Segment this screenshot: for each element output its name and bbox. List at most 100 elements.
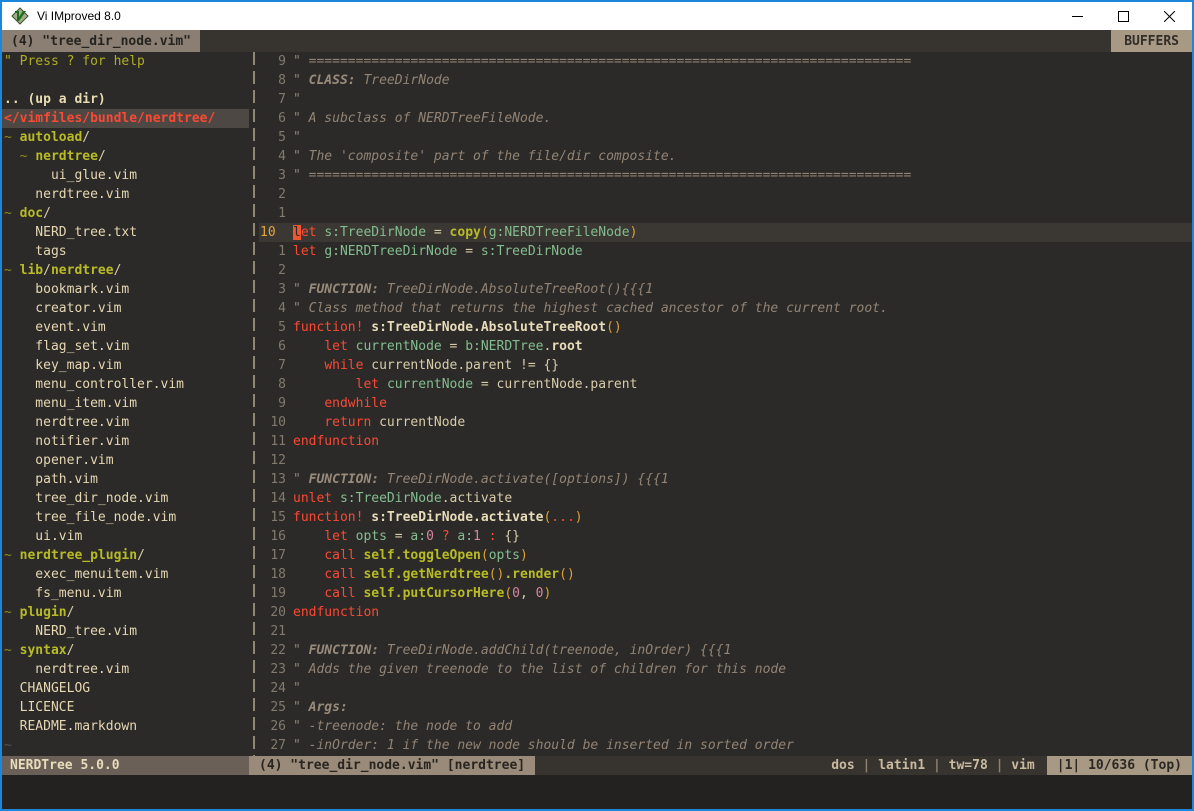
maximize-button[interactable] [1100, 2, 1146, 30]
tab-tree-dir-node[interactable]: (4) "tree_dir_node.vim" [2, 30, 200, 52]
code-line[interactable]: 18 call self.getNerdtree().render() [259, 565, 1192, 584]
line-number: 10 [259, 223, 286, 242]
tree-item[interactable]: ~ plugin/ [2, 603, 249, 622]
window-title: Vi IMproved 8.0 [37, 7, 121, 26]
line-number: 12 [259, 451, 286, 470]
code-line[interactable]: 17 call self.toggleOpen(opts) [259, 546, 1192, 565]
tree-item[interactable]: menu_item.vim [2, 394, 249, 413]
code-line[interactable]: 13" FUNCTION: TreeDirNode.activate([opti… [259, 470, 1192, 489]
code-line[interactable]: 8 let currentNode = currentNode.parent [259, 375, 1192, 394]
line-number: 1 [259, 242, 286, 261]
code-line[interactable]: 4" Class method that returns the highest… [259, 299, 1192, 318]
tree-item[interactable]: exec_menuitem.vim [2, 565, 249, 584]
tree-item[interactable]: key_map.vim [2, 356, 249, 375]
tree-item[interactable]: tags [2, 242, 249, 261]
minimize-button[interactable] [1054, 2, 1100, 30]
code-line[interactable]: 20endfunction [259, 603, 1192, 622]
tree-item[interactable]: README.markdown [2, 717, 249, 736]
code-line[interactable]: 9 endwhile [259, 394, 1192, 413]
code-line[interactable]: 7 while currentNode.parent != {} [259, 356, 1192, 375]
tree-item[interactable]: notifier.vim [2, 432, 249, 451]
tree-item[interactable]: ~ doc/ [2, 204, 249, 223]
tree-item[interactable]: nerdtree.vim [2, 413, 249, 432]
tree-item[interactable]: path.vim [2, 470, 249, 489]
code-line[interactable]: 9" =====================================… [259, 52, 1192, 71]
code-line[interactable]: 25" Args: [259, 698, 1192, 717]
code-line[interactable]: 14unlet s:TreeDirNode.activate [259, 489, 1192, 508]
tree-item[interactable]: creator.vim [2, 299, 249, 318]
code-line[interactable]: 16 let opts = a:0 ? a:1 : {} [259, 527, 1192, 546]
code-line[interactable]: 15function! s:TreeDirNode.activate(...) [259, 508, 1192, 527]
code-line[interactable]: 6 let currentNode = b:NERDTree.root [259, 337, 1192, 356]
tree-item[interactable]: ~ lib/nerdtree/ [2, 261, 249, 280]
tree-item[interactable]: LICENCE [2, 698, 249, 717]
tree-item[interactable]: ui_glue.vim [2, 166, 249, 185]
line-number: 6 [259, 337, 286, 356]
tree-item[interactable]: fs_menu.vim [2, 584, 249, 603]
code-line[interactable]: 21 [259, 622, 1192, 641]
line-number: 3 [259, 280, 286, 299]
code-line[interactable]: 12 [259, 451, 1192, 470]
tree-item[interactable]: ~ nerdtree_plugin/ [2, 546, 249, 565]
statusline-item: latin1 [878, 756, 925, 775]
tree-item[interactable]: bookmark.vim [2, 280, 249, 299]
code-line[interactable]: 5function! s:TreeDirNode.AbsoluteTreeRoo… [259, 318, 1192, 337]
line-number: 2 [259, 261, 286, 280]
line-number: 27 [259, 736, 286, 755]
tree-item[interactable]: " Press ? for help [2, 52, 249, 71]
command-line[interactable] [2, 775, 1192, 809]
tree-item[interactable]: .. (up a dir) [2, 90, 249, 109]
code-line[interactable]: 24" [259, 679, 1192, 698]
code-line[interactable]: 23" Adds the given treenode to the list … [259, 660, 1192, 679]
code-line[interactable]: 27" -inOrder: 1 if the new node should b… [259, 736, 1192, 755]
tree-item[interactable]: ui.vim [2, 527, 249, 546]
code-line-current[interactable]: 10let s:TreeDirNode = copy(g:NERDTreeFil… [259, 223, 1192, 242]
code-line[interactable]: 26" -treenode: the node to add [259, 717, 1192, 736]
window-separator[interactable] [249, 52, 259, 756]
vim-window: Vi IMproved 8.0 (4) "tree_dir_node.vim" … [0, 0, 1194, 811]
nerdtree-pane[interactable]: " Press ? for help .. (up a dir)</vimfile… [2, 52, 249, 756]
tree-item[interactable]: event.vim [2, 318, 249, 337]
code-line[interactable]: 3" =====================================… [259, 166, 1192, 185]
tree-item[interactable]: NERD_tree.txt [2, 223, 249, 242]
line-number: 8 [259, 71, 286, 90]
close-button[interactable] [1146, 2, 1192, 30]
tree-item[interactable]: nerdtree.vim [2, 660, 249, 679]
tree-item[interactable]: ~ [2, 736, 249, 755]
statusline-position-segment: |1| 10/636 (Top) [1047, 756, 1192, 775]
tree-item[interactable]: CHANGELOG [2, 679, 249, 698]
code-line[interactable]: 22" FUNCTION: TreeDirNode.addChild(treen… [259, 641, 1192, 660]
statusline-file-segment: (4) "tree_dir_node.vim" [nerdtree] [249, 756, 535, 775]
line-number: 10 [259, 413, 286, 432]
editor-pane[interactable]: 9" =====================================… [259, 52, 1192, 756]
code-line[interactable]: 4" The 'composite' part of the file/dir … [259, 147, 1192, 166]
code-line[interactable]: 10 return currentNode [259, 413, 1192, 432]
tree-item[interactable]: ~ syntax/ [2, 641, 249, 660]
code-line[interactable]: 5" [259, 128, 1192, 147]
code-line[interactable]: 1 [259, 204, 1192, 223]
tree-item[interactable]: ~ nerdtree/ [2, 147, 249, 166]
code-line[interactable]: 19 call self.putCursorHere(0, 0) [259, 584, 1192, 603]
code-line[interactable]: 7" [259, 90, 1192, 109]
line-number: 25 [259, 698, 286, 717]
code-line[interactable]: 8" CLASS: TreeDirNode [259, 71, 1192, 90]
tree-item[interactable]: tree_file_node.vim [2, 508, 249, 527]
code-line[interactable]: 3" FUNCTION: TreeDirNode.AbsoluteTreeRoo… [259, 280, 1192, 299]
code-line[interactable]: 1let g:NERDTreeDirNode = s:TreeDirNode [259, 242, 1192, 261]
tree-item[interactable]: nerdtree.vim [2, 185, 249, 204]
tree-item[interactable]: NERD_tree.vim [2, 622, 249, 641]
line-number: 5 [259, 128, 286, 147]
tree-item[interactable] [2, 71, 249, 90]
code-line[interactable]: 2 [259, 185, 1192, 204]
tree-item[interactable]: opener.vim [2, 451, 249, 470]
tree-item[interactable]: </vimfiles/bundle/nerdtree/ [2, 109, 249, 128]
code-line[interactable]: 2 [259, 261, 1192, 280]
line-number: 6 [259, 109, 286, 128]
tree-item[interactable]: ~ autoload/ [2, 128, 249, 147]
tree-item[interactable]: tree_dir_node.vim [2, 489, 249, 508]
tree-item[interactable]: menu_controller.vim [2, 375, 249, 394]
code-line[interactable]: 11endfunction [259, 432, 1192, 451]
line-number: 16 [259, 527, 286, 546]
tree-item[interactable]: flag_set.vim [2, 337, 249, 356]
code-line[interactable]: 6" A subclass of NERDTreeFileNode. [259, 109, 1192, 128]
